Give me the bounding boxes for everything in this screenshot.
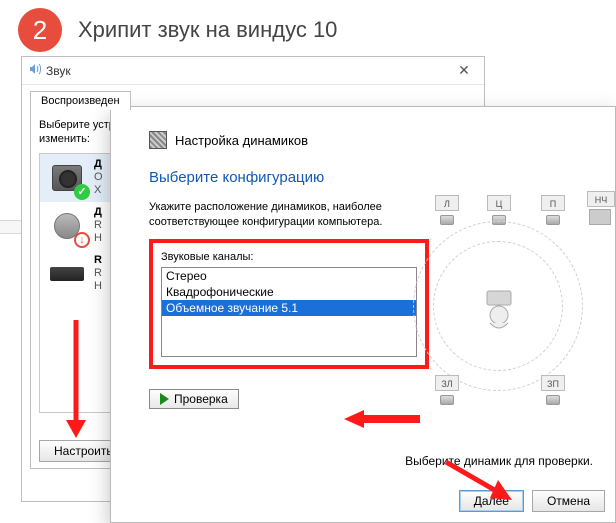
speaker-icon [28, 62, 42, 79]
page-title: Хрипит звук на виндус 10 [78, 17, 337, 43]
test-button-label: Проверка [174, 392, 228, 406]
dialog-header: Настройка динамиков [111, 107, 615, 159]
channels-highlight: Звуковые каналы: Стерео Квадрофонические… [149, 239, 429, 369]
test-button[interactable]: Проверка [149, 389, 239, 409]
cancel-button[interactable]: Отмена [532, 490, 605, 512]
device-name: Д [94, 158, 103, 171]
play-icon [160, 393, 169, 405]
speaker-label-fl[interactable]: Л [435, 195, 459, 211]
speaker-device-icon [46, 158, 88, 198]
speaker-node [440, 215, 454, 225]
close-icon[interactable]: ✕ [450, 62, 478, 79]
channels-label: Звуковые каналы: [161, 251, 417, 263]
speaker-node [440, 395, 454, 405]
step-badge: 2 [18, 8, 62, 52]
speaker-label-fr[interactable]: П [541, 195, 565, 211]
speaker-label-rr[interactable]: ЗП [541, 375, 565, 391]
speaker-device-icon [46, 206, 88, 246]
titlebar: Звук ✕ [22, 57, 484, 85]
page-header: 2 Хрипит звук на виндус 10 [18, 8, 337, 52]
hint-text: Выберите динамик для проверки. [405, 454, 593, 468]
speaker-label-c[interactable]: Ц [487, 195, 511, 211]
speaker-node [546, 395, 560, 405]
subwoofer-node [589, 209, 611, 225]
config-heading: Выберите конфигурацию [149, 169, 429, 186]
speaker-node [546, 215, 560, 225]
channel-option-51[interactable]: Объемное звучание 5.1 [162, 300, 416, 316]
speaker-label-rl[interactable]: ЗЛ [435, 375, 459, 391]
speaker-label-sub[interactable]: НЧ [587, 191, 615, 207]
hdmi-device-icon [46, 254, 88, 294]
device-name: Д [94, 206, 102, 219]
status-ok-icon [74, 184, 90, 200]
window-title: Звук [46, 64, 71, 78]
device-name: R [94, 254, 102, 267]
channel-option-stereo[interactable]: Стерео [162, 268, 416, 284]
channels-list[interactable]: Стерео Квадрофонические Объемное звучани… [161, 267, 417, 357]
status-error-icon [74, 232, 90, 248]
speaker-layout-diagram: Л Ц П НЧ ЗЛ ЗП [429, 169, 595, 409]
next-button[interactable]: Далее [459, 490, 524, 512]
dialog-title: Настройка динамиков [175, 133, 308, 148]
channel-option-quad[interactable]: Квадрофонические [162, 284, 416, 300]
config-subtext: Укажите расположение динамиков, наиболее… [149, 200, 429, 231]
speaker-setup-dialog: Настройка динамиков Выберите конфигураци… [110, 106, 616, 523]
tab-playback[interactable]: Воспроизведен [30, 91, 131, 110]
speaker-setup-icon [149, 131, 167, 149]
listener-icon [481, 289, 517, 329]
